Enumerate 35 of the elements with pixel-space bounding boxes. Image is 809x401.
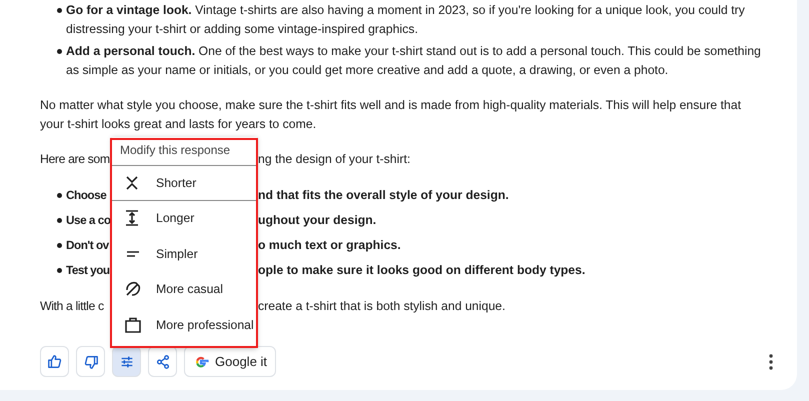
bullet-icon <box>57 8 62 13</box>
sliders-icon <box>118 354 134 370</box>
list-item-text: Choose <box>66 187 106 204</box>
thumbs-up-button[interactable] <box>40 346 69 377</box>
briefcase-icon <box>124 316 142 334</box>
list-item-text: Use a co <box>66 212 111 229</box>
bullet-icon <box>57 49 62 54</box>
list-item-text: o much text or graphics. <box>258 237 402 254</box>
thumbs-up-icon <box>46 354 62 370</box>
menu-item[interactable]: Shorter <box>112 165 257 200</box>
list-item-text: ughout your design. <box>258 212 378 229</box>
menu-title: Modify this response <box>119 142 232 159</box>
paragraph-text: With a little c <box>40 298 104 315</box>
bullet-icon <box>57 193 62 198</box>
paragraph-text: Here are som <box>40 151 110 168</box>
more-icon <box>769 354 773 370</box>
bullet-icon <box>57 268 62 273</box>
list-item-text: nd that fits the overall style of your design. <box>258 187 510 204</box>
bullet-icon <box>57 218 62 223</box>
list-item-text: Test you <box>66 262 110 279</box>
bullet-icon <box>57 243 62 248</box>
list-item-text: Don't ov <box>66 237 109 254</box>
lines-icon <box>126 250 140 257</box>
share-button[interactable] <box>148 346 177 377</box>
google-it-button[interactable]: Google it <box>184 346 276 377</box>
list-item-text: ople to make sure it looks good on different body types. <box>258 262 586 279</box>
paragraph-text: create a t-shirt that is both stylish and unique. <box>258 298 506 315</box>
list-item-text: Add a personal touch. One of the best ways to make your t-shirt stand out is to add a personal touch. This could be something as simple as your name or initials, or you could get more creative and add a quote, a drawing, or even a photo. <box>66 43 762 79</box>
paragraph-text: ng the design of your t-shirt: <box>258 151 412 168</box>
thumbs-down-button[interactable] <box>76 346 105 377</box>
paragraph: No matter what style you choose, make sure the t-shirt fits well and is made from high-quality materials. This will help ensure that your t-shirt looks great and lasts for years to come. <box>40 97 742 133</box>
share-icon <box>154 354 170 370</box>
thumbs-down-icon <box>82 354 98 370</box>
modify-response-button[interactable] <box>112 346 141 377</box>
list-item-text: Go for a vintage look. Vintage t-shirts are also having a moment in 2023, so if you're looking for a unique look, you could try distressing your t-shirt or adding some vintage-inspired graphics. <box>66 2 746 38</box>
